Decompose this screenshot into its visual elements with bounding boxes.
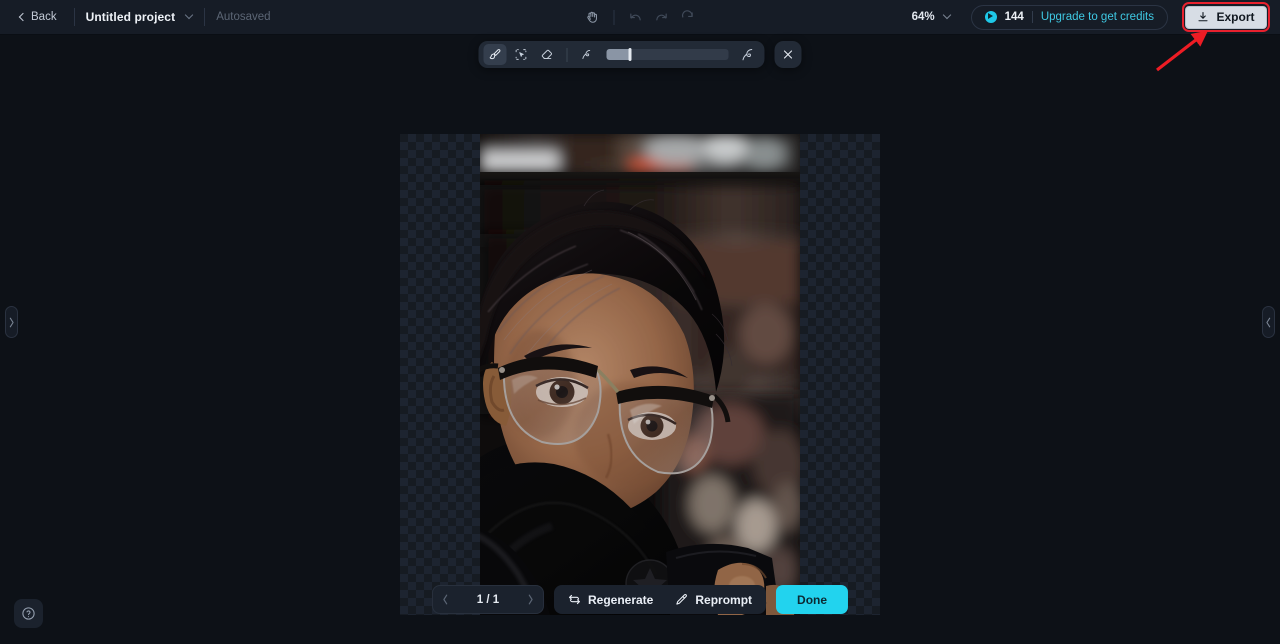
regenerate-label: Regenerate	[587, 592, 654, 607]
brush-size-large-icon	[737, 44, 760, 65]
action-button-group: Regenerate Reprompt	[553, 585, 767, 614]
reprompt-button[interactable]: Reprompt	[666, 588, 761, 611]
right-panel-toggle[interactable]	[1262, 306, 1275, 338]
brush-tool-button[interactable]	[483, 44, 507, 65]
app-root: Back Untitled project Autosaved 64% 144 …	[0, 0, 1280, 644]
help-button[interactable]	[14, 599, 43, 628]
divider	[204, 8, 206, 26]
page-indicator: 1 / 1	[476, 593, 500, 606]
chevron-right-icon	[528, 594, 533, 605]
header-left-group: Back Untitled project Autosaved	[0, 0, 271, 34]
chevron-left-icon	[1266, 317, 1271, 327]
brush-size-slider[interactable]	[606, 48, 729, 61]
divider	[1031, 11, 1033, 23]
redo-button[interactable]	[649, 5, 675, 29]
header-center-group	[580, 0, 701, 34]
export-highlight-box: Export	[1181, 2, 1270, 32]
export-label: Export	[1216, 10, 1255, 24]
question-mark-icon	[22, 607, 35, 620]
magic-cursor-icon	[515, 49, 527, 60]
autosave-status: Autosaved	[216, 11, 271, 23]
canvas-area[interactable]	[0, 35, 1280, 644]
credits-pill: 144 Upgrade to get credits	[970, 4, 1168, 30]
pan-tool-button[interactable]	[580, 5, 606, 29]
coin-icon	[984, 11, 997, 23]
divider	[566, 47, 568, 62]
done-label: Done	[797, 592, 828, 607]
export-button[interactable]: Export	[1185, 5, 1267, 29]
project-title: Untitled project	[85, 10, 176, 24]
project-menu-caret[interactable]	[185, 13, 193, 21]
artwork-image[interactable]	[480, 134, 800, 615]
done-button[interactable]: Done	[776, 585, 849, 614]
reprompt-label: Reprompt	[695, 592, 753, 607]
tool-group	[478, 41, 765, 68]
divider	[613, 9, 615, 25]
left-panel-toggle[interactable]	[5, 306, 18, 338]
back-label: Back	[31, 11, 57, 23]
prev-page-button[interactable]	[442, 594, 449, 605]
eraser-icon	[541, 49, 553, 60]
next-page-button[interactable]	[527, 594, 534, 605]
close-icon	[783, 50, 793, 59]
slider-fill	[606, 49, 631, 60]
brush-size-small-icon	[576, 44, 599, 65]
zoom-level-control[interactable]: 64%	[908, 8, 955, 26]
reset-button[interactable]	[675, 5, 701, 29]
refresh-arrows-icon	[569, 594, 580, 605]
edit-toolbar	[478, 41, 802, 68]
bottom-action-bar: 1 / 1 Regenerate Reprompt Done	[431, 585, 849, 614]
page-navigator: 1 / 1	[431, 585, 544, 614]
brush-large-glyph	[742, 49, 753, 61]
zoom-level-label: 64%	[911, 11, 935, 23]
pencil-icon	[676, 594, 688, 605]
regenerate-button[interactable]: Regenerate	[559, 588, 662, 611]
chevron-left-icon	[18, 13, 26, 21]
upgrade-link[interactable]: Upgrade to get credits	[1041, 11, 1154, 23]
chevron-right-icon	[9, 317, 14, 327]
slider-handle[interactable]	[628, 48, 632, 61]
back-button[interactable]: Back	[12, 7, 63, 27]
eraser-tool-button[interactable]	[536, 44, 559, 65]
chevron-down-icon	[943, 13, 951, 21]
paintbrush-icon	[489, 49, 501, 60]
magic-select-tool-button[interactable]	[510, 44, 533, 65]
close-toolbar-button[interactable]	[774, 41, 802, 68]
credits-count: 144	[1004, 11, 1024, 23]
artboard[interactable]	[400, 134, 880, 615]
undo-button[interactable]	[623, 5, 649, 29]
app-header: Back Untitled project Autosaved 64% 144 …	[0, 0, 1280, 35]
chevron-down-icon	[185, 13, 193, 21]
download-icon	[1198, 11, 1209, 22]
header-right-group: 64% 144 Upgrade to get credits Export	[908, 0, 1270, 34]
divider	[73, 8, 75, 26]
chevron-left-icon	[443, 594, 448, 605]
